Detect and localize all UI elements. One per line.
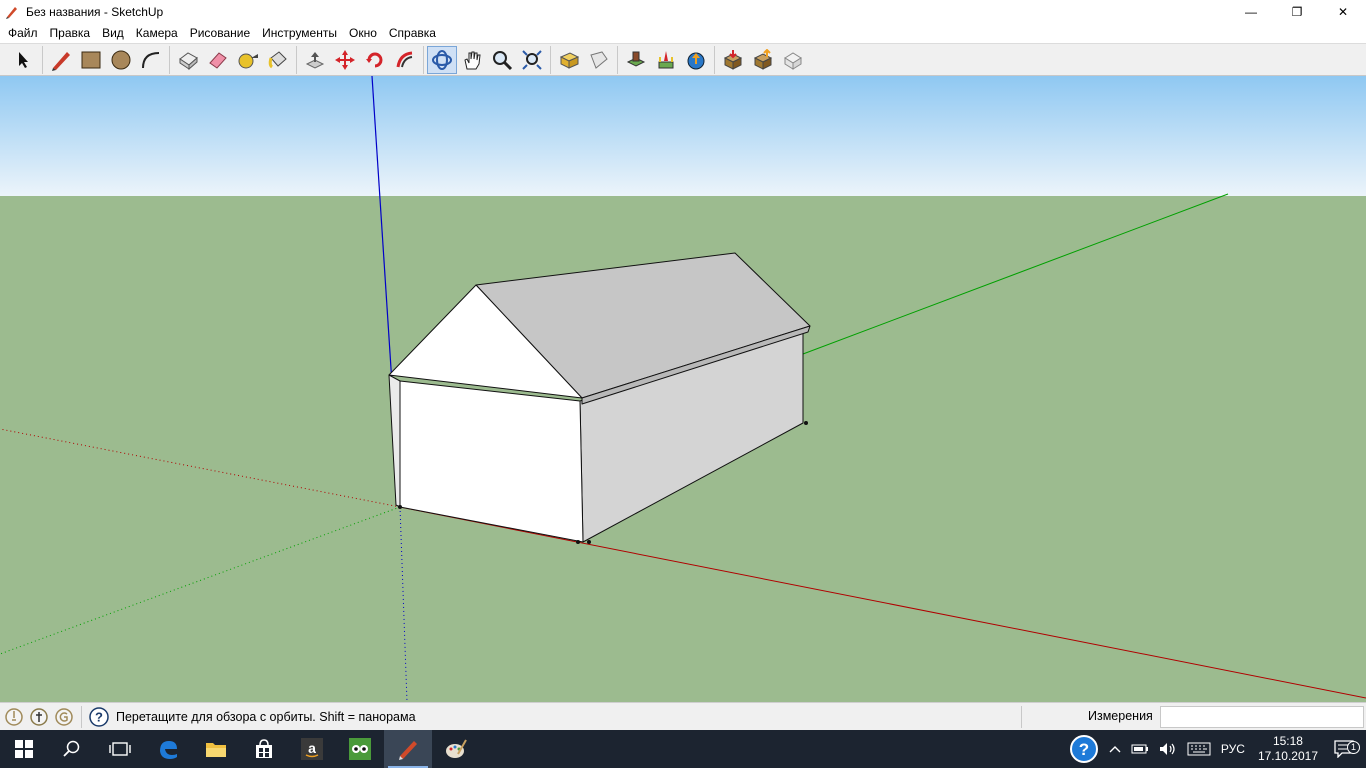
start-icon[interactable] bbox=[0, 730, 48, 768]
paint-icon[interactable] bbox=[432, 730, 480, 768]
language-indicator[interactable]: РУС bbox=[1216, 742, 1250, 756]
menu-draw[interactable]: Рисование bbox=[184, 23, 256, 43]
pan-icon[interactable] bbox=[457, 46, 487, 74]
zoom-icon[interactable] bbox=[487, 46, 517, 74]
keyboard-icon[interactable] bbox=[1182, 742, 1216, 756]
tripadvisor-icon[interactable] bbox=[336, 730, 384, 768]
get-models-icon[interactable] bbox=[718, 46, 748, 74]
rotate-icon[interactable] bbox=[360, 46, 390, 74]
edge-icon[interactable] bbox=[144, 730, 192, 768]
window-title: Без названия - SketchUp bbox=[26, 4, 164, 19]
file-explorer-icon[interactable] bbox=[192, 730, 240, 768]
battery-icon[interactable] bbox=[1126, 743, 1154, 755]
clock[interactable]: 15:18 17.10.2017 bbox=[1250, 734, 1326, 764]
move-icon[interactable] bbox=[330, 46, 360, 74]
pencil-icon[interactable] bbox=[46, 46, 76, 74]
select-icon[interactable] bbox=[9, 46, 39, 74]
signin-icon[interactable] bbox=[53, 706, 75, 728]
zoom-extents-icon[interactable] bbox=[517, 46, 547, 74]
menu-camera[interactable]: Камера bbox=[130, 23, 184, 43]
share-model-icon[interactable] bbox=[681, 46, 711, 74]
extension-warehouse-icon[interactable] bbox=[778, 46, 808, 74]
menu-file[interactable]: Файл bbox=[2, 23, 44, 43]
measurements-label: Измерения bbox=[1088, 709, 1153, 723]
push-pull-icon[interactable] bbox=[300, 46, 330, 74]
make-component-icon[interactable] bbox=[173, 46, 203, 74]
warehouse-icon[interactable] bbox=[621, 46, 651, 74]
measurements-input[interactable] bbox=[1160, 706, 1364, 728]
previous-view-icon[interactable] bbox=[554, 46, 584, 74]
title-bar: Без названия - SketchUp — ❐ ✕ bbox=[0, 0, 1366, 23]
geolocation-icon[interactable] bbox=[3, 706, 25, 728]
add-location-icon[interactable] bbox=[651, 46, 681, 74]
minimize-button[interactable]: — bbox=[1228, 0, 1274, 23]
system-tray: ? РУС 15:18 17.10.2017 1 bbox=[1064, 730, 1366, 768]
modeling-viewport[interactable] bbox=[0, 76, 1366, 702]
credits-icon[interactable] bbox=[28, 706, 50, 728]
clock-time: 15:18 bbox=[1272, 734, 1303, 748]
sky bbox=[0, 76, 1366, 196]
help-icon[interactable]: ? bbox=[88, 706, 110, 728]
svg-text:?: ? bbox=[1079, 740, 1089, 759]
main-toolbar bbox=[0, 43, 1366, 76]
chevron-up-icon[interactable] bbox=[1104, 744, 1126, 754]
sketchup-icon[interactable] bbox=[384, 730, 432, 768]
tape-measure-icon[interactable] bbox=[233, 46, 263, 74]
sketchup-app-icon bbox=[4, 4, 20, 20]
restore-button[interactable]: ❐ bbox=[1274, 0, 1320, 23]
menu-edit[interactable]: Правка bbox=[44, 23, 97, 43]
status-hint: Перетащите для обзора с орбиты. Shift = … bbox=[116, 709, 416, 724]
next-view-icon[interactable] bbox=[584, 46, 614, 74]
close-button[interactable]: ✕ bbox=[1320, 0, 1366, 23]
svg-text:?: ? bbox=[95, 709, 103, 724]
share-component-icon[interactable] bbox=[748, 46, 778, 74]
store-icon[interactable] bbox=[240, 730, 288, 768]
search-icon[interactable] bbox=[48, 730, 96, 768]
notifications-icon[interactable]: 1 bbox=[1326, 740, 1366, 758]
taskbar: a ? РУС 15:18 17.10.2017 1 bbox=[0, 730, 1366, 768]
menu-tools[interactable]: Инструменты bbox=[256, 23, 343, 43]
clock-date: 17.10.2017 bbox=[1257, 749, 1318, 763]
status-separator bbox=[1021, 706, 1022, 728]
svg-text:a: a bbox=[308, 740, 316, 756]
menu-help[interactable]: Справка bbox=[383, 23, 442, 43]
orbit-icon[interactable] bbox=[427, 45, 457, 74]
menu-bar: Файл Правка Вид Камера Рисование Инструм… bbox=[0, 23, 1366, 43]
notification-count: 1 bbox=[1347, 741, 1360, 754]
arc-icon[interactable] bbox=[136, 46, 166, 74]
menu-view[interactable]: Вид bbox=[96, 23, 130, 43]
volume-icon[interactable] bbox=[1154, 742, 1182, 756]
follow-me-icon[interactable] bbox=[390, 46, 420, 74]
paint-bucket-icon[interactable] bbox=[263, 46, 293, 74]
eraser-icon[interactable] bbox=[203, 46, 233, 74]
rectangle-icon[interactable] bbox=[76, 46, 106, 74]
menu-window[interactable]: Окно bbox=[343, 23, 383, 43]
task-view-icon[interactable] bbox=[96, 730, 144, 768]
help-tray-icon[interactable]: ? bbox=[1064, 734, 1104, 764]
amazon-icon[interactable]: a bbox=[288, 730, 336, 768]
status-bar: ? Перетащите для обзора с орбиты. Shift … bbox=[0, 702, 1366, 730]
circle-icon[interactable] bbox=[106, 46, 136, 74]
